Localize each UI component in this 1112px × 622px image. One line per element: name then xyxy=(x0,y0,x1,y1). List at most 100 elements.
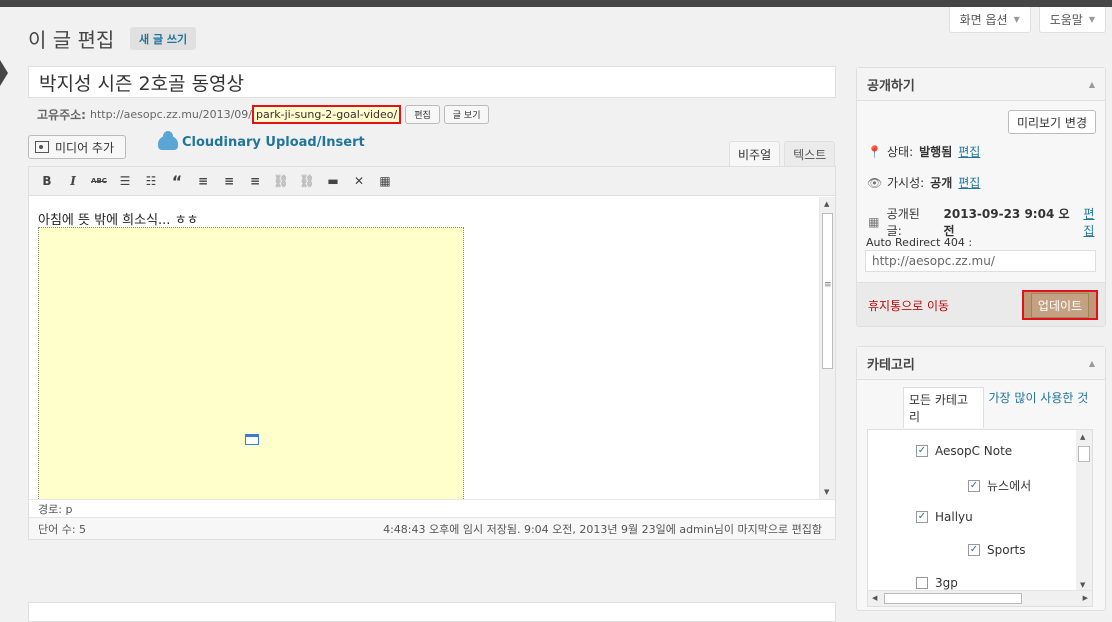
edit-visibility-link[interactable]: 편집 xyxy=(958,174,980,191)
embedded-video-placeholder[interactable] xyxy=(38,227,464,499)
move-to-trash-link[interactable]: 휴지통으로 이동 xyxy=(868,297,949,314)
category-item[interactable]: ✓ Sports xyxy=(968,543,1025,557)
unlink-icon[interactable]: ⛓ xyxy=(299,173,315,189)
category-checkbox[interactable] xyxy=(916,577,928,589)
media-icon xyxy=(35,141,49,153)
collapse-toggle-icon[interactable]: ▲ xyxy=(1089,80,1095,89)
auto-redirect-label: Auto Redirect 404 : xyxy=(866,236,973,249)
editor-content[interactable]: 아침에 뜻 밖에 희소식... ㅎㅎ xyxy=(29,197,819,499)
auto-redirect-input[interactable]: http://aesopc.zz.mu/ xyxy=(865,250,1096,272)
align-center-icon[interactable]: ≡ xyxy=(221,173,237,189)
publish-actions: 휴지통으로 이동 업데이트 xyxy=(857,282,1105,326)
permalink-slug[interactable]: park-ji-sung-2-goal-video/ xyxy=(252,104,402,124)
add-media-button[interactable]: 미디어 추가 xyxy=(28,135,126,159)
scroll-up-icon[interactable]: ▲ xyxy=(824,200,829,208)
chevron-down-icon: ▼ xyxy=(1088,15,1095,24)
category-item[interactable]: 3gp xyxy=(916,576,958,590)
pin-icon: 📍 xyxy=(867,144,882,159)
published-value: 2013-09-23 9:04 오전 xyxy=(943,207,1070,238)
publish-box: 공개하기 ▲ 미리보기 변경 📍 상태: 발행됨 편집 👁 가시성: 공개 편집… xyxy=(856,67,1106,327)
editor-status-bar: 단어 수: 5 4:48:43 오후에 임시 저장됨. 9:04 오전, 201… xyxy=(29,517,835,539)
category-checkbox[interactable]: ✓ xyxy=(916,445,928,457)
editor-tabs: 비주얼 텍스트 xyxy=(729,141,836,167)
visibility-value: 공개 xyxy=(930,176,953,190)
screen-meta-links: 화면 옵션 ▼ 도움말 ▼ xyxy=(948,7,1106,33)
editor-scrollbar[interactable]: ▲ ▼ xyxy=(819,197,835,499)
strikethrough-icon[interactable]: ABC xyxy=(91,173,107,189)
editor-path: 경로: p xyxy=(29,499,835,517)
category-checkbox[interactable]: ✓ xyxy=(968,479,980,492)
scrollbar-thumb[interactable] xyxy=(1078,446,1090,462)
scroll-right-icon[interactable]: ▶ xyxy=(1083,594,1088,602)
category-item[interactable]: ✓ Hallyu xyxy=(916,510,973,524)
tab-most-used[interactable]: 가장 많이 사용한 것 xyxy=(984,387,1105,428)
align-left-icon[interactable]: ≡ xyxy=(195,173,211,189)
scrollbar-thumb[interactable] xyxy=(884,593,1022,604)
permalink-label: 고유주소: xyxy=(37,107,86,122)
bullet-list-icon[interactable]: ☰ xyxy=(117,173,133,189)
category-label: Sports xyxy=(987,543,1026,557)
admin-bar xyxy=(0,0,1112,7)
scroll-down-icon[interactable]: ▼ xyxy=(1080,581,1085,589)
category-box-header[interactable]: 카테고리 ▲ xyxy=(857,347,1105,380)
add-new-post-button[interactable]: 새 글 쓰기 xyxy=(130,27,197,50)
category-item[interactable]: ✓ AesopC Note xyxy=(916,444,1012,458)
published-label: 공개된 글: xyxy=(886,207,920,238)
italic-icon[interactable]: I xyxy=(65,173,81,189)
category-label: AesopC Note xyxy=(935,444,1013,458)
edit-slug-button[interactable]: 편집 xyxy=(405,104,440,124)
publish-title: 공개하기 xyxy=(867,78,915,94)
category-horizontal-scrollbar[interactable]: ◀ ▶ xyxy=(868,590,1092,606)
editor-body-text: 아침에 뜻 밖에 희소식... ㅎㅎ xyxy=(38,213,199,228)
blockquote-icon[interactable]: “ xyxy=(169,172,185,191)
bold-icon[interactable]: B xyxy=(39,173,55,189)
tab-text[interactable]: 텍스트 xyxy=(784,141,836,167)
visibility-label: 가시성: xyxy=(887,176,925,190)
category-tabs: 모든 카테고리 가장 많이 사용한 것 xyxy=(903,387,1105,428)
align-right-icon[interactable]: ≡ xyxy=(247,173,263,189)
help-button[interactable]: 도움말 ▼ xyxy=(1038,7,1106,33)
category-label: 3gp xyxy=(935,576,958,590)
category-item[interactable]: ✓ 뉴스에서 xyxy=(968,477,1031,494)
numbered-list-icon[interactable]: ☷ xyxy=(143,173,159,189)
collapse-arrow-icon[interactable] xyxy=(0,60,8,86)
category-label: 뉴스에서 xyxy=(987,479,1032,493)
status-row: 📍 상태: 발행됨 편집 xyxy=(867,143,980,160)
preview-changes-button[interactable]: 미리보기 변경 xyxy=(1007,110,1096,134)
update-label: 업데이트 xyxy=(1030,292,1090,318)
category-vertical-scrollbar[interactable]: ▲ ▼ xyxy=(1076,430,1092,592)
category-box: 카테고리 ▲ 모든 카테고리 가장 많이 사용한 것 ✓ AesopC Note… xyxy=(856,346,1106,611)
category-checkbox[interactable]: ✓ xyxy=(968,544,980,556)
help-label: 도움말 xyxy=(1049,13,1083,27)
edit-status-link[interactable]: 편집 xyxy=(958,143,980,160)
calendar-icon: ▦ xyxy=(868,215,880,229)
update-button[interactable]: 업데이트 xyxy=(1022,290,1098,320)
cloudinary-label: Cloudinary Upload/Insert xyxy=(182,135,365,150)
edit-date-link[interactable]: 편집 xyxy=(1083,205,1105,239)
scrollbar-thumb[interactable] xyxy=(822,213,833,369)
cloudinary-upload-link[interactable]: Cloudinary Upload/Insert xyxy=(158,130,365,150)
scroll-left-icon[interactable]: ◀ xyxy=(872,594,877,602)
link-icon[interactable]: ⛓ xyxy=(273,173,289,189)
screen-options-label: 화면 옵션 xyxy=(959,13,1008,27)
screen-options-button[interactable]: 화면 옵션 ▼ xyxy=(948,7,1031,33)
category-title: 카테고리 xyxy=(867,357,915,373)
scroll-down-icon[interactable]: ▼ xyxy=(824,488,829,496)
category-checklist: ✓ AesopC Note ✓ 뉴스에서 ✓ Hallyu ✓ Sports 3… xyxy=(867,429,1093,607)
category-label: Hallyu xyxy=(935,510,973,524)
category-checkbox[interactable]: ✓ xyxy=(916,511,928,523)
tab-all-categories[interactable]: 모든 카테고리 xyxy=(903,387,984,428)
scroll-up-icon[interactable]: ▲ xyxy=(1080,433,1085,441)
visibility-row: 👁 가시성: 공개 편집 xyxy=(867,174,980,191)
post-title-input[interactable]: 박지성 시즌 2호골 동영상 xyxy=(28,66,836,98)
kitchen-sink-icon[interactable]: ▦ xyxy=(377,173,393,189)
view-post-button[interactable]: 글 보기 xyxy=(443,104,490,124)
tab-visual[interactable]: 비주얼 xyxy=(729,141,781,167)
publish-box-header[interactable]: 공개하기 ▲ xyxy=(857,68,1105,101)
add-media-label: 미디어 추가 xyxy=(55,140,115,155)
permalink-row: 고유주소: http://aesopc.zz.mu/2013/09/ park-… xyxy=(37,103,490,125)
fullscreen-icon[interactable]: ✕ xyxy=(351,173,367,189)
read-more-icon[interactable]: ▬ xyxy=(325,173,341,189)
collapse-toggle-icon[interactable]: ▲ xyxy=(1089,359,1095,368)
published-date-row: ▦ 공개된 글: 2013-09-23 9:04 오전 편집 xyxy=(867,205,1105,239)
